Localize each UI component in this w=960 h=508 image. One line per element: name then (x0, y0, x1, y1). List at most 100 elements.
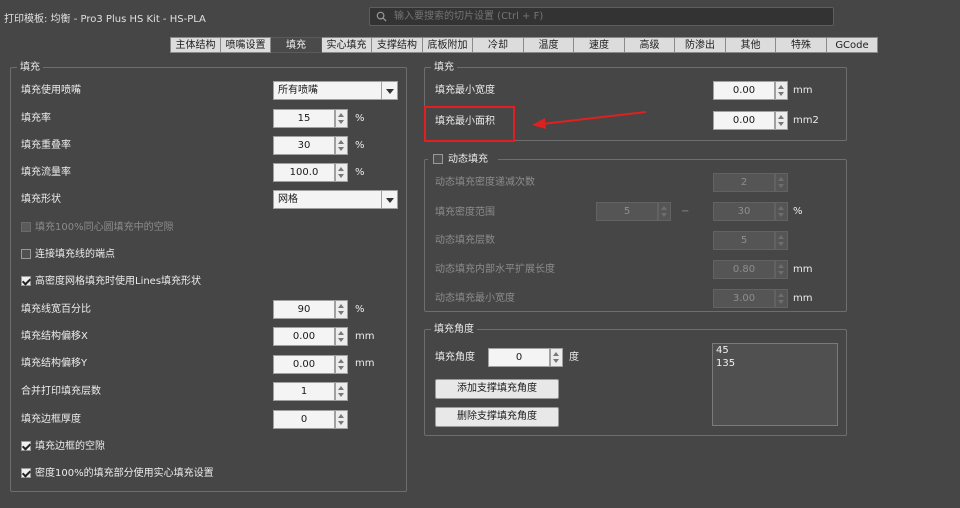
combine-layers-input[interactable]: 1 (273, 382, 335, 401)
min-area-input[interactable]: 0.00 (713, 111, 775, 130)
flow-unit: % (355, 167, 365, 178)
delete-angle-button[interactable]: 删除支撑填充角度 (435, 407, 559, 427)
spin-arrows-icon[interactable] (335, 136, 348, 155)
range-to-input[interactable]: 30 (713, 202, 775, 221)
list-item[interactable]: 45 (713, 344, 837, 357)
list-item[interactable]: 135 (713, 357, 837, 370)
angle-input[interactable]: 0 (488, 348, 550, 367)
spin-arrows-icon[interactable] (658, 202, 671, 221)
angle-unit: 度 (569, 352, 579, 363)
infill-angle-group-title: 填充角度 (431, 323, 477, 336)
tab-infill[interactable]: 填充 (271, 37, 322, 53)
tab-cooling[interactable]: 冷却 (473, 37, 524, 53)
line-width-label: 填充线宽百分比 (21, 304, 91, 315)
lines-shape-checkbox[interactable] (21, 276, 31, 286)
spin-arrows-icon[interactable] (335, 327, 348, 346)
window-title: 打印模板: 均衡 - Pro3 Plus HS Kit - HS-PLA (4, 14, 206, 25)
dyn-min-width-label: 动态填充最小宽度 (435, 293, 515, 304)
solid-settings-checkbox[interactable] (21, 468, 31, 478)
flow-input[interactable]: 100.0 (273, 163, 335, 182)
tab-advanced[interactable]: 高级 (625, 37, 675, 53)
angle-list[interactable]: 45 135 (712, 343, 838, 426)
tab-support[interactable]: 支撑结构 (372, 37, 423, 53)
tab-solid-infill[interactable]: 实心填充 (322, 37, 372, 53)
shape-select-value: 网格 (278, 194, 298, 205)
spin-arrows-icon[interactable] (775, 173, 788, 192)
add-angle-button[interactable]: 添加支撑填充角度 (435, 379, 559, 399)
dyn-min-width-unit: mm (793, 293, 813, 304)
concentric-gap-checkbox[interactable] (21, 222, 31, 232)
border-gap-checkbox[interactable] (21, 441, 31, 451)
tab-special[interactable]: 特殊 (776, 37, 827, 53)
expand-input[interactable]: 0.80 (713, 260, 775, 279)
connect-ends-checkbox[interactable] (21, 249, 31, 259)
spin-arrows-icon[interactable] (775, 231, 788, 250)
connect-ends-label: 连接填充线的端点 (35, 249, 115, 260)
line-width-input[interactable]: 90 (273, 300, 335, 319)
density-range-label: 填充密度范围 (435, 207, 495, 218)
infill-rate-input[interactable]: 15 (273, 109, 335, 128)
spin-arrows-icon[interactable] (335, 300, 348, 319)
min-width-input[interactable]: 0.00 (713, 81, 775, 100)
spin-arrows-icon[interactable] (550, 348, 563, 367)
shape-select[interactable]: 网格 (273, 190, 398, 209)
infill-group-title: 填充 (17, 61, 43, 74)
tab-main-structure[interactable]: 主体结构 (170, 37, 221, 53)
angle-label: 填充角度 (435, 352, 475, 363)
spin-arrows-icon[interactable] (775, 111, 788, 130)
tab-gcode[interactable]: GCode (827, 37, 878, 53)
nozzle-select-value: 所有喷嘴 (278, 85, 318, 96)
search-icon (376, 11, 387, 22)
min-area-unit: mm2 (793, 115, 819, 126)
offset-y-unit: mm (355, 358, 375, 369)
tab-raft[interactable]: 底板附加 (423, 37, 473, 53)
search-input[interactable] (369, 7, 834, 26)
spin-arrows-icon[interactable] (775, 202, 788, 221)
spin-arrows-icon[interactable] (335, 109, 348, 128)
offset-y-input[interactable]: 0.00 (273, 355, 335, 374)
tab-nozzle[interactable]: 喷嘴设置 (221, 37, 271, 53)
range-from-input[interactable]: 5 (596, 202, 658, 221)
reduce-label: 动态填充密度递减次数 (435, 177, 535, 188)
spin-arrows-icon[interactable] (335, 410, 348, 429)
border-thickness-label: 填充边框厚度 (21, 414, 81, 425)
border-thickness-input[interactable]: 0 (273, 410, 335, 429)
tab-other[interactable]: 其他 (726, 37, 776, 53)
solid-settings-label: 密度100%的填充部分使用实心填充设置 (35, 468, 214, 479)
dynamic-layers-input[interactable]: 5 (713, 231, 775, 250)
offset-x-unit: mm (355, 331, 375, 342)
spin-arrows-icon[interactable] (775, 81, 788, 100)
offset-x-input[interactable]: 0.00 (273, 327, 335, 346)
tab-ooze[interactable]: 防渗出 (675, 37, 726, 53)
nozzle-select[interactable]: 所有喷嘴 (273, 81, 398, 100)
offset-y-label: 填充结构偏移Y (21, 358, 88, 369)
chevron-down-icon[interactable] (381, 191, 397, 208)
tab-bar: 主体结构 喷嘴设置 填充 实心填充 支撑结构 底板附加 冷却 温度 速度 高级 … (170, 37, 878, 53)
tab-temperature[interactable]: 温度 (524, 37, 574, 53)
spin-arrows-icon[interactable] (335, 355, 348, 374)
shape-label: 填充形状 (21, 194, 61, 205)
concentric-gap-label: 填充100%同心圆填充中的空隙 (35, 222, 174, 233)
overlap-input[interactable]: 30 (273, 136, 335, 155)
expand-label: 动态填充内部水平扩展长度 (435, 264, 555, 275)
dyn-min-width-input[interactable]: 3.00 (713, 289, 775, 308)
flow-label: 填充流量率 (21, 167, 71, 178)
arrow-icon (532, 111, 647, 129)
spin-arrows-icon[interactable] (335, 163, 348, 182)
range-dash: − (681, 206, 690, 217)
line-width-unit: % (355, 304, 365, 315)
min-width-label: 填充最小宽度 (435, 85, 495, 96)
reduce-input[interactable]: 2 (713, 173, 775, 192)
spin-arrows-icon[interactable] (775, 289, 788, 308)
tab-speed[interactable]: 速度 (574, 37, 625, 53)
dynamic-infill-checkbox[interactable] (433, 154, 443, 164)
dynamic-layers-label: 动态填充层数 (435, 235, 495, 246)
spin-arrows-icon[interactable] (335, 382, 348, 401)
overlap-label: 填充重叠率 (21, 140, 71, 151)
spin-arrows-icon[interactable] (775, 260, 788, 279)
chevron-down-icon[interactable] (381, 82, 397, 99)
border-gap-label: 填充边框的空隙 (35, 441, 105, 452)
dynamic-infill-title: 动态填充 (448, 154, 488, 165)
highlight-box (424, 106, 515, 142)
combine-layers-label: 合并打印填充层数 (21, 386, 101, 397)
